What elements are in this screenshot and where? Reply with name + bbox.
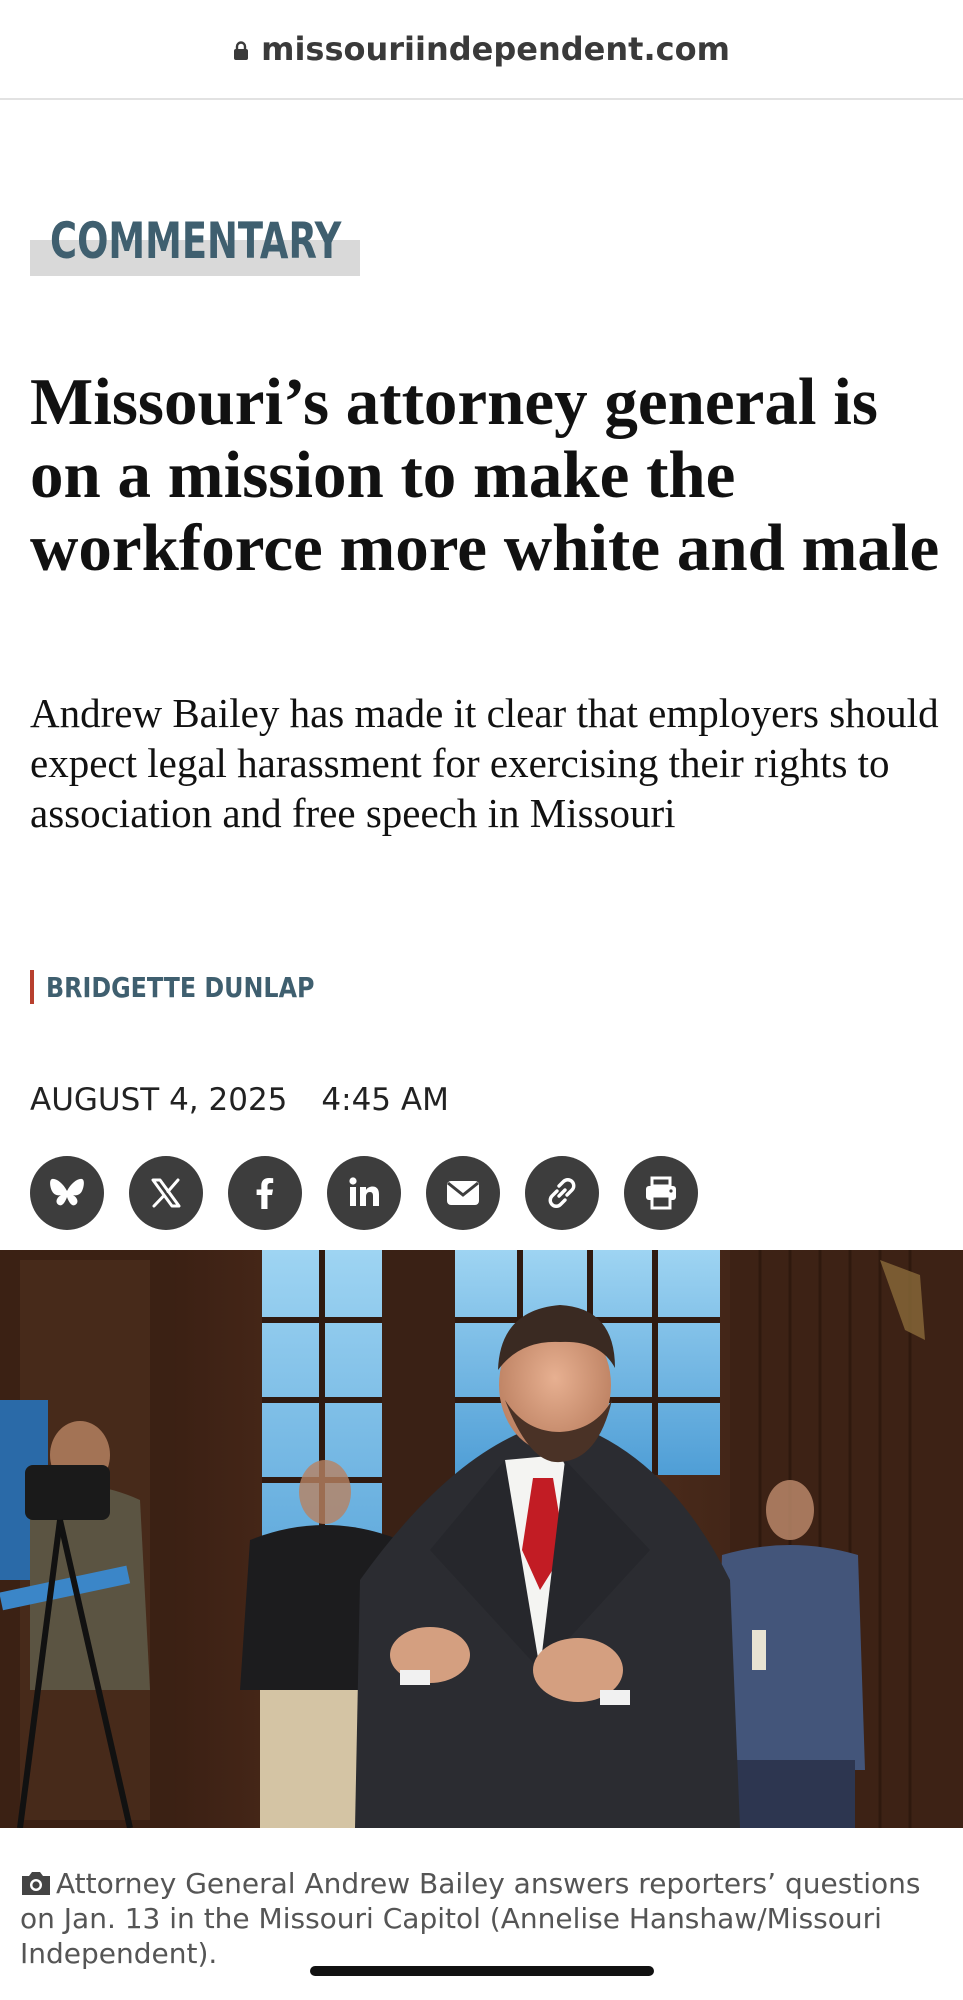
share-facebook-button[interactable]	[228, 1156, 302, 1230]
publish-time: 4:45 AM	[321, 1082, 449, 1118]
author-name[interactable]: BRIDGETTE DUNLAP	[46, 971, 314, 1004]
share-x-button[interactable]	[129, 1156, 203, 1230]
share-linkedin-button[interactable]	[327, 1156, 401, 1230]
share-bluesky-button[interactable]	[30, 1156, 104, 1230]
publish-date: AUGUST 4, 2025	[30, 1082, 288, 1118]
url-text: missouriindependent.com	[261, 30, 730, 68]
dateline: AUGUST 4, 2025 4:45 AM	[30, 1082, 449, 1118]
x-logo-icon	[151, 1178, 181, 1208]
section-label[interactable]: COMMENTARY	[30, 210, 360, 276]
article-headline: Missouri’s attorney general is on a miss…	[30, 365, 940, 585]
article-photo[interactable]	[0, 1250, 963, 1828]
print-button[interactable]	[624, 1156, 698, 1230]
byline[interactable]: BRIDGETTE DUNLAP	[30, 970, 362, 1004]
linkedin-icon	[349, 1177, 379, 1206]
byline-accent-bar	[30, 970, 34, 1004]
photo-caption-text: Attorney General Andrew Bailey answers r…	[20, 1867, 921, 1970]
share-buttons	[30, 1156, 698, 1230]
browser-address-bar[interactable]: missouriindependent.com	[0, 0, 963, 100]
photo-illustration	[0, 1250, 963, 1828]
article-dek: Andrew Bailey has made it clear that emp…	[30, 690, 939, 836]
link-icon	[548, 1178, 576, 1208]
camera-icon	[20, 1869, 52, 1895]
home-indicator[interactable]	[310, 1966, 654, 1976]
envelope-icon	[447, 1181, 479, 1205]
photo-caption: Attorney General Andrew Bailey answers r…	[20, 1866, 950, 1971]
share-email-button[interactable]	[426, 1156, 500, 1230]
lock-icon	[233, 41, 249, 61]
printer-icon	[646, 1176, 676, 1210]
butterfly-icon	[50, 1178, 84, 1206]
section-label-text: COMMENTARY	[50, 212, 342, 270]
facebook-icon	[256, 1178, 274, 1209]
copy-link-button[interactable]	[525, 1156, 599, 1230]
